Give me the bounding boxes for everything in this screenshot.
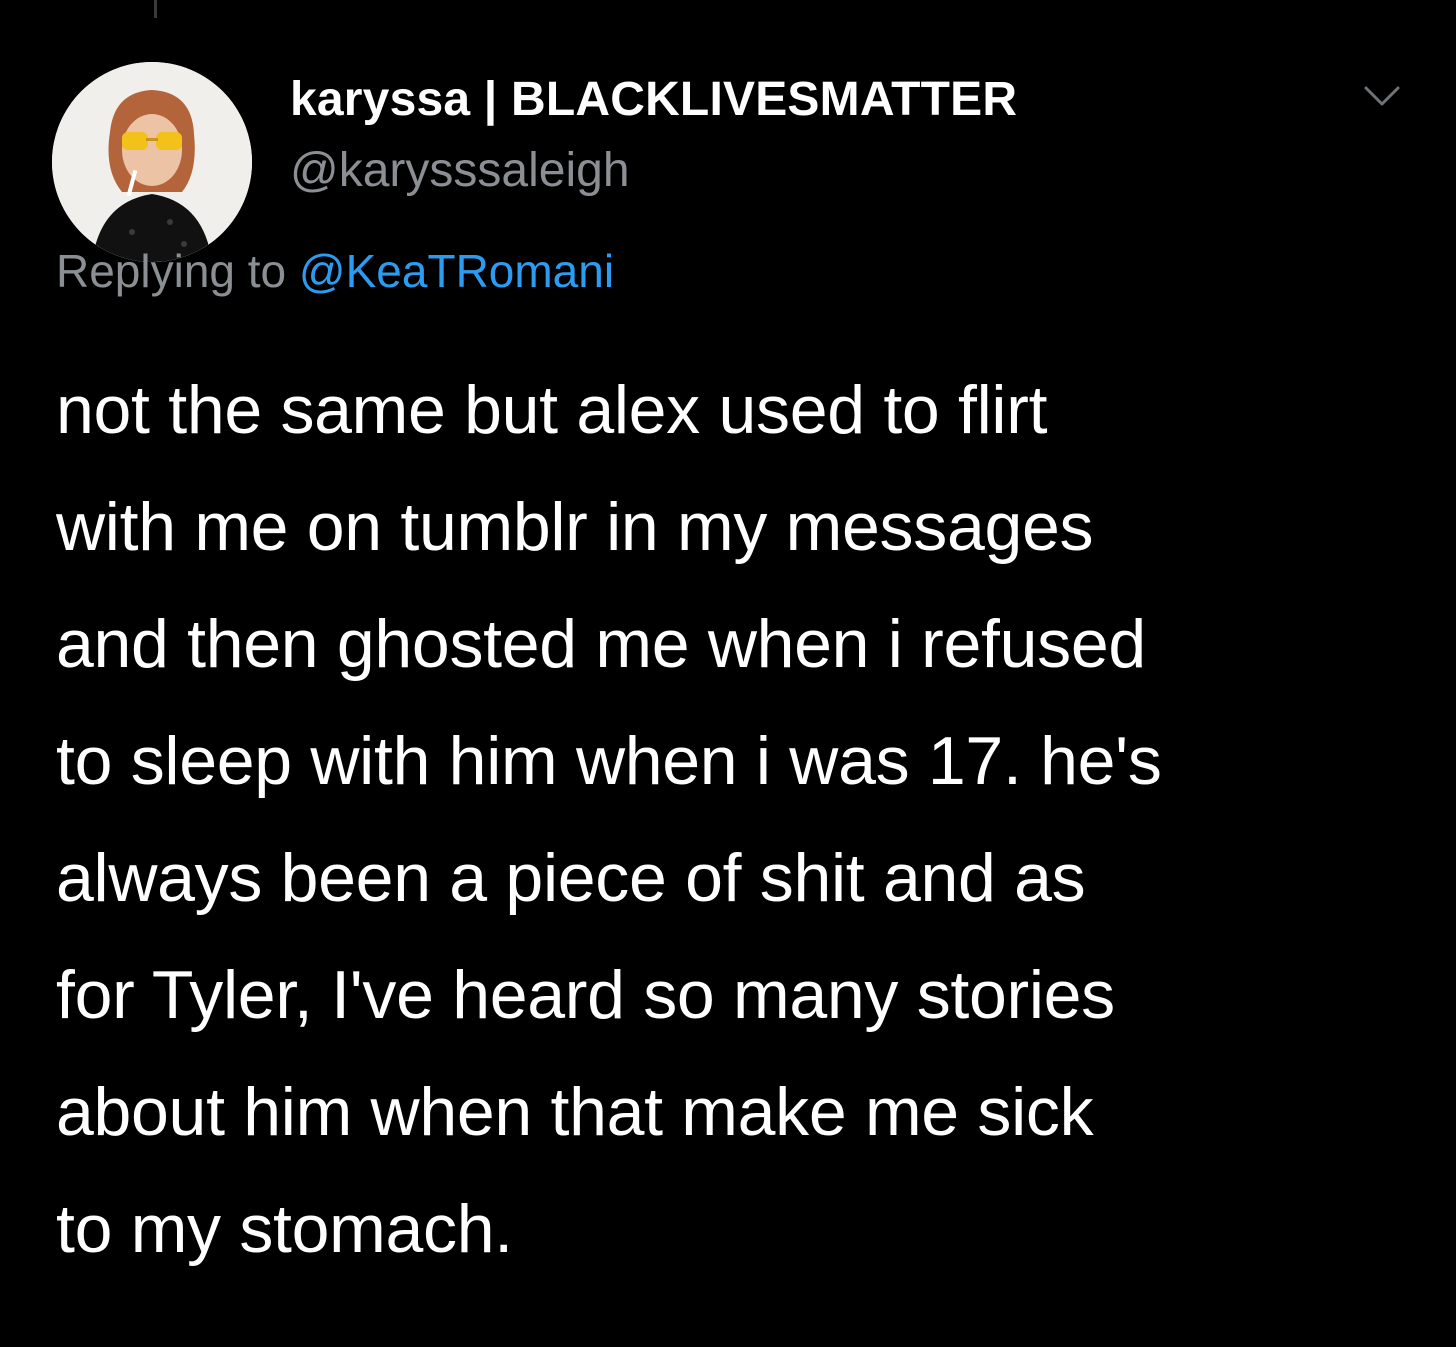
author-handle[interactable]: @karysssaleigh	[290, 143, 630, 198]
profile-photo-icon	[52, 62, 252, 262]
tweet-menu-button[interactable]	[1352, 78, 1412, 118]
reply-context: Replying to @KeaTRomani	[56, 244, 614, 298]
avatar[interactable]	[52, 62, 252, 262]
reply-context-label: Replying to	[56, 245, 287, 297]
reply-mention-link[interactable]: @KeaTRomani	[299, 245, 614, 297]
tweet-body-text: not the same but alex used to flirt with…	[56, 372, 1162, 1267]
thread-connector-line	[154, 0, 157, 18]
author-display-name[interactable]: karyssa | BLACKLIVESMATTER	[290, 72, 1017, 127]
chevron-down-icon	[1364, 86, 1400, 106]
